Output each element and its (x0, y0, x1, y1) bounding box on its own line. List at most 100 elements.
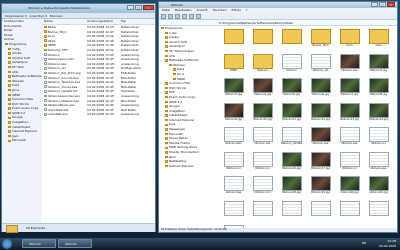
image-thumbnail (281, 176, 302, 191)
thumbnail-item[interactable]: Oblivion.exe (307, 127, 334, 146)
thumbnail-label: Oblivion.bsa (341, 142, 358, 145)
command-button[interactable]: Organisieren ▾ (5, 13, 27, 18)
tree-item[interactable]: Outlook Express (159, 164, 216, 169)
file-icon (44, 80, 47, 84)
thumbnail-item[interactable]: Oblivion.ini (249, 151, 276, 171)
thumbnail-item[interactable]: Oblivion19.jpg (307, 176, 334, 195)
thumbnail-item[interactable]: Oblivion6.jpg (307, 78, 334, 97)
views-icon[interactable] (196, 14, 201, 19)
thumbnail-item[interactable] (278, 29, 305, 48)
thumbnail-item[interactable]: Oblivion10.jpg (249, 102, 276, 122)
thumbnail-item[interactable]: Oblivion18.jpg (278, 176, 305, 195)
file-row[interactable]: unins000.exe 04.02.2008 10:45 Anwendung (42, 112, 155, 117)
thumbnail-item[interactable]: Docs (336, 29, 363, 48)
thumbnail-item[interactable] (365, 200, 392, 220)
file-list[interactable]: Name Änderungsdatum Typ Bilder 04.02.2008… (42, 19, 155, 223)
thumbnail-item[interactable]: Oblivion.exe (336, 53, 363, 73)
file-name: OblivionLauncher (47, 57, 74, 62)
folder-thumbnail (252, 29, 273, 44)
navigation-pane[interactable]: Linkfavoriten Dokumente Bilder Musik Ordner P… (2, 19, 43, 223)
maximize-button[interactable]: □ (135, 5, 142, 10)
thumbnail-item[interactable]: oblivion20.jpg (336, 176, 363, 195)
thumbnail-view[interactable]: Bücher_Mod Docs obse OBSE Textures Oblivion Ob… (216, 26, 397, 228)
nav-item[interactable]: Microsoft (2, 138, 42, 143)
taskbar-button[interactable]: Oblivion (58, 239, 92, 248)
explorer-window-left[interactable]: Oblivion ▸ Data ▸ Kompakte Datenbanken –… (1, 3, 156, 233)
thumbnail-item[interactable]: Oblivion.esp (249, 127, 276, 146)
minimize-button[interactable]: – (127, 5, 134, 10)
image-thumbnail (368, 176, 389, 191)
folder-icon (8, 47, 11, 51)
thumbnail-item[interactable]: Oblivion16.jpg (278, 151, 305, 171)
folder-thumbnail (223, 53, 244, 69)
column-name[interactable]: Name (42, 19, 87, 24)
command-button[interactable]: Brennen (50, 13, 63, 18)
thumbnail-item[interactable]: Oblivion3.jpg (220, 78, 247, 97)
column-type[interactable]: Typ (121, 19, 155, 24)
thumbnail-item[interactable]: oblivion.bsa (220, 176, 247, 195)
image-thumbnail (339, 127, 360, 142)
image-thumbnail (368, 53, 389, 69)
close-button[interactable]: × (143, 5, 154, 10)
system-tray[interactable]: DE 22:48 04.02.2008 (362, 239, 396, 248)
thumbnail-item[interactable]: Oblivion5.jpg (278, 78, 305, 97)
thumbnail-label (278, 216, 305, 220)
thumbnail-label: Oblivion7.jpg (340, 93, 359, 96)
minimize-button[interactable]: – (371, 2, 378, 7)
thumbnail-item[interactable]: oblivion21.jpg (365, 176, 392, 195)
thumbnail-item[interactable]: Oblivion4.jpg (249, 78, 276, 97)
thumbnail-item[interactable]: Oblivion7.jpg (336, 78, 363, 97)
thumbnail-item[interactable]: Oblivion.ini (365, 127, 392, 146)
thumbnail-item[interactable]: Oblivion.bsa (336, 127, 363, 146)
thumbnail-item[interactable]: Oblivion8.jpg (365, 78, 392, 97)
thumbnail-item[interactable] (249, 200, 276, 220)
forward-icon[interactable] (168, 14, 173, 19)
thumbnail-item[interactable]: Oblivion11.jpg (278, 102, 305, 122)
command-button[interactable]: Ansichten ▾ (30, 13, 47, 18)
thumbnail-item[interactable]: Oblivion12.jpg (307, 102, 334, 122)
thumbnail-item[interactable]: Oblivion.exe (365, 151, 392, 171)
thumbnail-item[interactable] (220, 200, 247, 220)
image-thumbnail (368, 102, 389, 118)
thumbnail-item[interactable]: Textures (249, 53, 276, 73)
thumbnail-item[interactable]: Oblivion17.jpg (307, 151, 334, 171)
explorer-window-right[interactable]: Oblivion – □ × Datei Bearbeiten Ansicht Fav… (158, 1, 398, 233)
file-icon (44, 71, 47, 75)
close-button[interactable]: × (387, 2, 395, 7)
thumbnail-item[interactable]: Oblivion.ini (220, 151, 247, 171)
thumbnail-item[interactable]: Oblivion2.jpg (365, 53, 392, 73)
up-icon[interactable] (175, 14, 180, 19)
thumbnail-item[interactable]: Oblivion_Art (307, 53, 334, 73)
thumbnail-item[interactable]: Bücher_Mod (307, 29, 334, 48)
search-icon[interactable] (182, 14, 187, 19)
folder-tree[interactable]: Programme 7-Zip Adobe Alcohol Soft Ashampoo A… (159, 26, 217, 228)
folders-icon[interactable] (189, 14, 194, 19)
back-icon[interactable] (161, 14, 166, 19)
thumbnail-item[interactable]: Oblivion.xml (249, 176, 276, 195)
thumbnail-item[interactable] (336, 200, 363, 220)
thumbnail-item[interactable]: Oblivion.esm (220, 127, 247, 146)
thumbnail-item[interactable]: Oblivion13.jpg (336, 102, 363, 122)
start-button[interactable] (2, 239, 12, 249)
file-name: Oblivion_Voices.bsa (47, 84, 78, 89)
language-indicator[interactable]: DE (362, 241, 366, 246)
thumbnail-item[interactable]: Oblivion_Update (278, 127, 305, 146)
thumbnail-item[interactable] (307, 200, 334, 220)
thumbnail-item[interactable] (249, 29, 276, 48)
title-bar[interactable]: Oblivion ▸ Data ▸ Kompakte Datenbanken –… (2, 4, 155, 13)
thumbnail-label: Docs (346, 44, 353, 47)
thumbnail-item[interactable]: Oblivion14.jpg (365, 102, 392, 122)
image-thumbnail (223, 102, 244, 118)
maximize-button[interactable]: □ (379, 2, 386, 7)
address-path[interactable]: Oblivion ▸ Data ▸ Kompakte Datenbanken (28, 6, 90, 10)
thumbnail-item[interactable]: OBSE (220, 53, 247, 73)
folder-icon (8, 93, 11, 96)
column-date[interactable]: Änderungsdatum (87, 19, 121, 24)
thumbnail-item[interactable]: Oblivion9.jpg (220, 102, 247, 122)
thumbnail-item[interactable]: obse (365, 29, 392, 48)
thumbnail-item[interactable] (220, 29, 247, 48)
thumbnail-item[interactable]: Oblivion (278, 53, 305, 73)
taskbar-button[interactable]: Oblivion (22, 239, 56, 248)
thumbnail-item[interactable]: Oblivion.ini (336, 151, 363, 171)
thumbnail-item[interactable] (278, 200, 305, 220)
